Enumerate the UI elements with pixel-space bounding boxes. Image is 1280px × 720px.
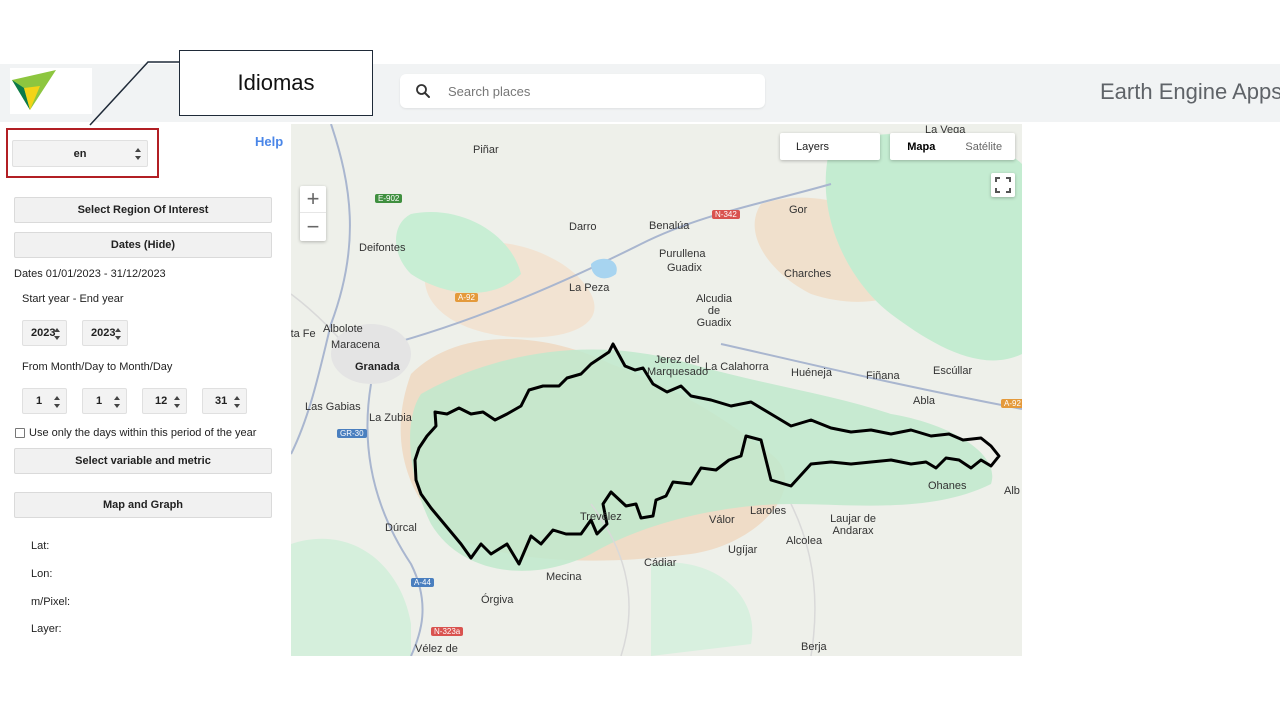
dates-range-text: Dates 01/01/2023 - 31/12/2023 xyxy=(14,268,166,280)
language-value: en xyxy=(73,147,87,160)
start-year-stepper[interactable]: 2023 xyxy=(22,320,67,346)
road-shield: E-902 xyxy=(375,194,403,203)
callout-label: Idiomas xyxy=(237,70,315,95)
mpixel-label: m/Pixel: xyxy=(31,596,71,608)
chevron-updown-icon xyxy=(115,328,121,340)
from-day-value: 1 xyxy=(96,395,103,407)
place-label: La Peza xyxy=(569,282,610,294)
chevron-updown-icon xyxy=(54,396,60,408)
road-shield: GR-30 xyxy=(337,429,367,438)
place-label: Las Gabias xyxy=(305,401,361,413)
road-shield: A-44 xyxy=(411,578,434,587)
place-label: La Zubia xyxy=(369,412,412,424)
place-label: Purullena xyxy=(659,248,706,260)
place-label: La Calahorra xyxy=(705,361,769,373)
place-label: Santa Fe xyxy=(291,328,316,340)
callout-box: Idiomas xyxy=(179,50,373,116)
zoom-in-button[interactable]: + xyxy=(300,186,326,213)
to-day-stepper[interactable]: 31 xyxy=(202,388,247,414)
place-label: Huéneja xyxy=(791,367,832,379)
place-label: Válor xyxy=(709,514,735,526)
map-type-satellite[interactable]: Satélite xyxy=(953,133,1016,160)
to-month-value: 12 xyxy=(155,395,168,407)
brand-title: Earth Engine Apps xyxy=(1100,79,1280,104)
road-shield: A-92 xyxy=(455,293,478,302)
map-canvas[interactable]: Piñar La Vega Deifontes Darro Benalúa Pu… xyxy=(291,124,1022,656)
place-label: Berja xyxy=(801,641,827,653)
from-month-stepper[interactable]: 1 xyxy=(22,388,67,414)
zoom-out-button[interactable]: − xyxy=(300,213,326,240)
place-label: Benalúa xyxy=(649,220,690,232)
place-label: Piñar xyxy=(473,144,499,156)
place-label: Granada xyxy=(355,361,400,373)
search-input[interactable] xyxy=(448,81,748,101)
help-link[interactable]: Help xyxy=(255,134,283,149)
to-day-value: 31 xyxy=(215,395,228,407)
zoom-control: + − xyxy=(300,186,326,241)
place-label: Jerez del Marquesado xyxy=(647,354,709,378)
place-label: Albolote xyxy=(323,323,363,335)
place-label: Órgiva xyxy=(481,594,514,606)
map-type-map[interactable]: Mapa xyxy=(890,133,953,160)
period-checkbox-label: Use only the days within this period of … xyxy=(29,427,257,439)
layers-button[interactable]: Layers xyxy=(780,133,880,160)
start-year-value: 2023 xyxy=(31,327,56,339)
year-label: Start year - End year xyxy=(22,293,124,305)
select-variable-button[interactable]: Select variable and metric xyxy=(14,448,272,474)
place-label: Vélez de xyxy=(415,643,458,655)
road-shield: N-323a xyxy=(431,627,464,636)
place-label: Fiñana xyxy=(866,370,900,382)
end-year-stepper[interactable]: 2023 xyxy=(82,320,128,346)
place-label: Alcudia de Guadix xyxy=(695,293,733,329)
place-label: Ohanes xyxy=(928,480,967,492)
road-shield: N-342 xyxy=(712,210,740,219)
chevron-updown-icon xyxy=(135,148,141,160)
from-day-stepper[interactable]: 1 xyxy=(82,388,127,414)
place-label: Maracena xyxy=(331,339,380,351)
lat-label: Lat: xyxy=(31,540,50,552)
from-month-value: 1 xyxy=(36,395,43,407)
place-label: Trevélez xyxy=(580,511,622,523)
app-logo xyxy=(10,68,92,114)
place-label: Ugíjar xyxy=(728,544,758,556)
chevron-updown-icon xyxy=(114,396,120,408)
earth-engine-app: Earth Engine Apps en Help Select Region … xyxy=(0,0,1280,720)
map-basemap xyxy=(291,124,1022,656)
road-shield: A-92 xyxy=(1001,399,1022,408)
search-icon xyxy=(416,84,430,98)
place-label: Alb xyxy=(1004,485,1020,497)
chevron-updown-icon xyxy=(174,396,180,408)
place-label: Deifontes xyxy=(359,242,406,254)
dates-toggle-button[interactable]: Dates (Hide) xyxy=(14,232,272,258)
place-label: Abla xyxy=(913,395,936,407)
lon-label: Lon: xyxy=(31,568,53,580)
fullscreen-icon xyxy=(995,177,1011,193)
place-label: Cádiar xyxy=(644,557,677,569)
language-select[interactable]: en xyxy=(12,140,148,167)
place-label: Guadix xyxy=(667,262,702,274)
place-label: Mecina xyxy=(546,571,582,583)
period-checkbox[interactable] xyxy=(15,428,25,438)
place-label: Gor xyxy=(789,204,808,216)
logo-icon xyxy=(12,70,56,110)
place-label: Escúllar xyxy=(933,365,973,377)
place-label: Laroles xyxy=(750,505,787,517)
monthday-label: From Month/Day to Month/Day xyxy=(22,361,173,373)
fullscreen-button[interactable] xyxy=(991,173,1015,197)
place-label: Laujar de Andarax xyxy=(830,513,876,537)
end-year-value: 2023 xyxy=(91,327,116,339)
place-label: Alcolea xyxy=(786,535,823,547)
select-region-button[interactable]: Select Region Of Interest xyxy=(14,197,272,223)
search-box[interactable] xyxy=(400,74,765,108)
map-graph-button[interactable]: Map and Graph xyxy=(14,492,272,518)
layer-label: Layer: xyxy=(31,623,62,635)
place-label: Darro xyxy=(569,221,597,233)
place-label: Dúrcal xyxy=(385,522,417,534)
to-month-stepper[interactable]: 12 xyxy=(142,388,187,414)
place-label: Charches xyxy=(784,268,832,280)
chevron-updown-icon xyxy=(54,328,60,340)
chevron-updown-icon xyxy=(234,396,240,408)
map-type-toggle: Mapa Satélite xyxy=(890,133,1015,160)
